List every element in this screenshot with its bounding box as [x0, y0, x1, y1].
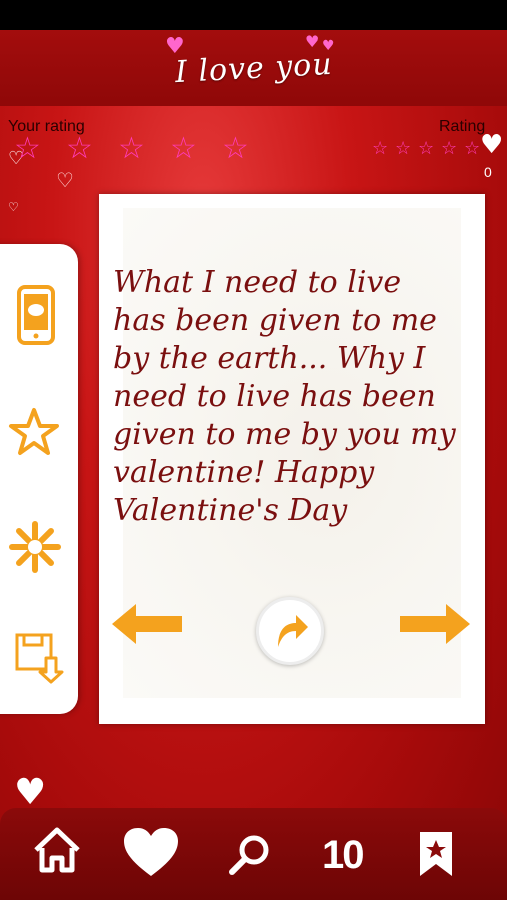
arrow-left-icon [112, 604, 182, 644]
heart-decoration-icon: ♥ [14, 772, 47, 813]
previous-button[interactable] [112, 604, 182, 644]
rating-count: 0 [484, 164, 492, 180]
app-title: I love you [173, 46, 334, 90]
status-bar [0, 0, 507, 30]
top-ten-label: 10 [322, 833, 364, 877]
user-rating-star-3[interactable]: ☆ [118, 134, 145, 164]
bookmark-icon [420, 832, 452, 876]
random-quote-button[interactable] [8, 520, 62, 578]
sms-share-button[interactable] [16, 284, 56, 350]
snowflake-icon [9, 521, 61, 573]
user-rating-star-1[interactable]: ☆ [14, 134, 41, 164]
star-icon [9, 408, 59, 455]
rating-row: Your rating ☆ ☆ ☆ ☆ ☆ Rating ☆ ☆ ☆ ☆ ☆ 0 [0, 112, 507, 182]
heart-icon [124, 828, 178, 876]
user-rating-star-2[interactable]: ☆ [66, 134, 93, 164]
home-tab[interactable] [32, 826, 82, 878]
search-icon [229, 835, 269, 875]
rating-label: Rating [439, 118, 486, 135]
favorite-star-button[interactable] [8, 406, 60, 462]
share-button[interactable] [256, 597, 324, 665]
average-rating-star-3: ☆ [418, 138, 435, 159]
home-icon [34, 827, 80, 873]
bookmark-tab[interactable] [418, 830, 454, 882]
average-rating-star-2: ☆ [395, 138, 412, 159]
quote-text: What I need to live has been given to me… [113, 265, 456, 528]
favorites-tab[interactable] [122, 826, 180, 882]
average-rating-star-5: ☆ [464, 138, 481, 159]
user-rating-star-5[interactable]: ☆ [222, 134, 249, 164]
arrow-right-icon [400, 604, 470, 644]
save-download-icon [15, 633, 64, 684]
side-menu [0, 244, 78, 714]
average-rating-star-1: ☆ [372, 138, 389, 159]
share-arrow-icon [278, 615, 308, 647]
next-button[interactable] [400, 604, 470, 644]
title-bar: ♥ ♥ ♥ I love you [0, 30, 507, 106]
heart-decoration-icon: ♡ [8, 200, 19, 214]
average-rating-star-4: ☆ [441, 138, 458, 159]
user-rating-star-4[interactable]: ☆ [170, 134, 197, 164]
save-button[interactable] [14, 632, 64, 688]
top-ten-tab[interactable]: 10 [322, 830, 364, 880]
search-tab[interactable] [228, 832, 272, 880]
sms-phone-icon [17, 285, 55, 345]
